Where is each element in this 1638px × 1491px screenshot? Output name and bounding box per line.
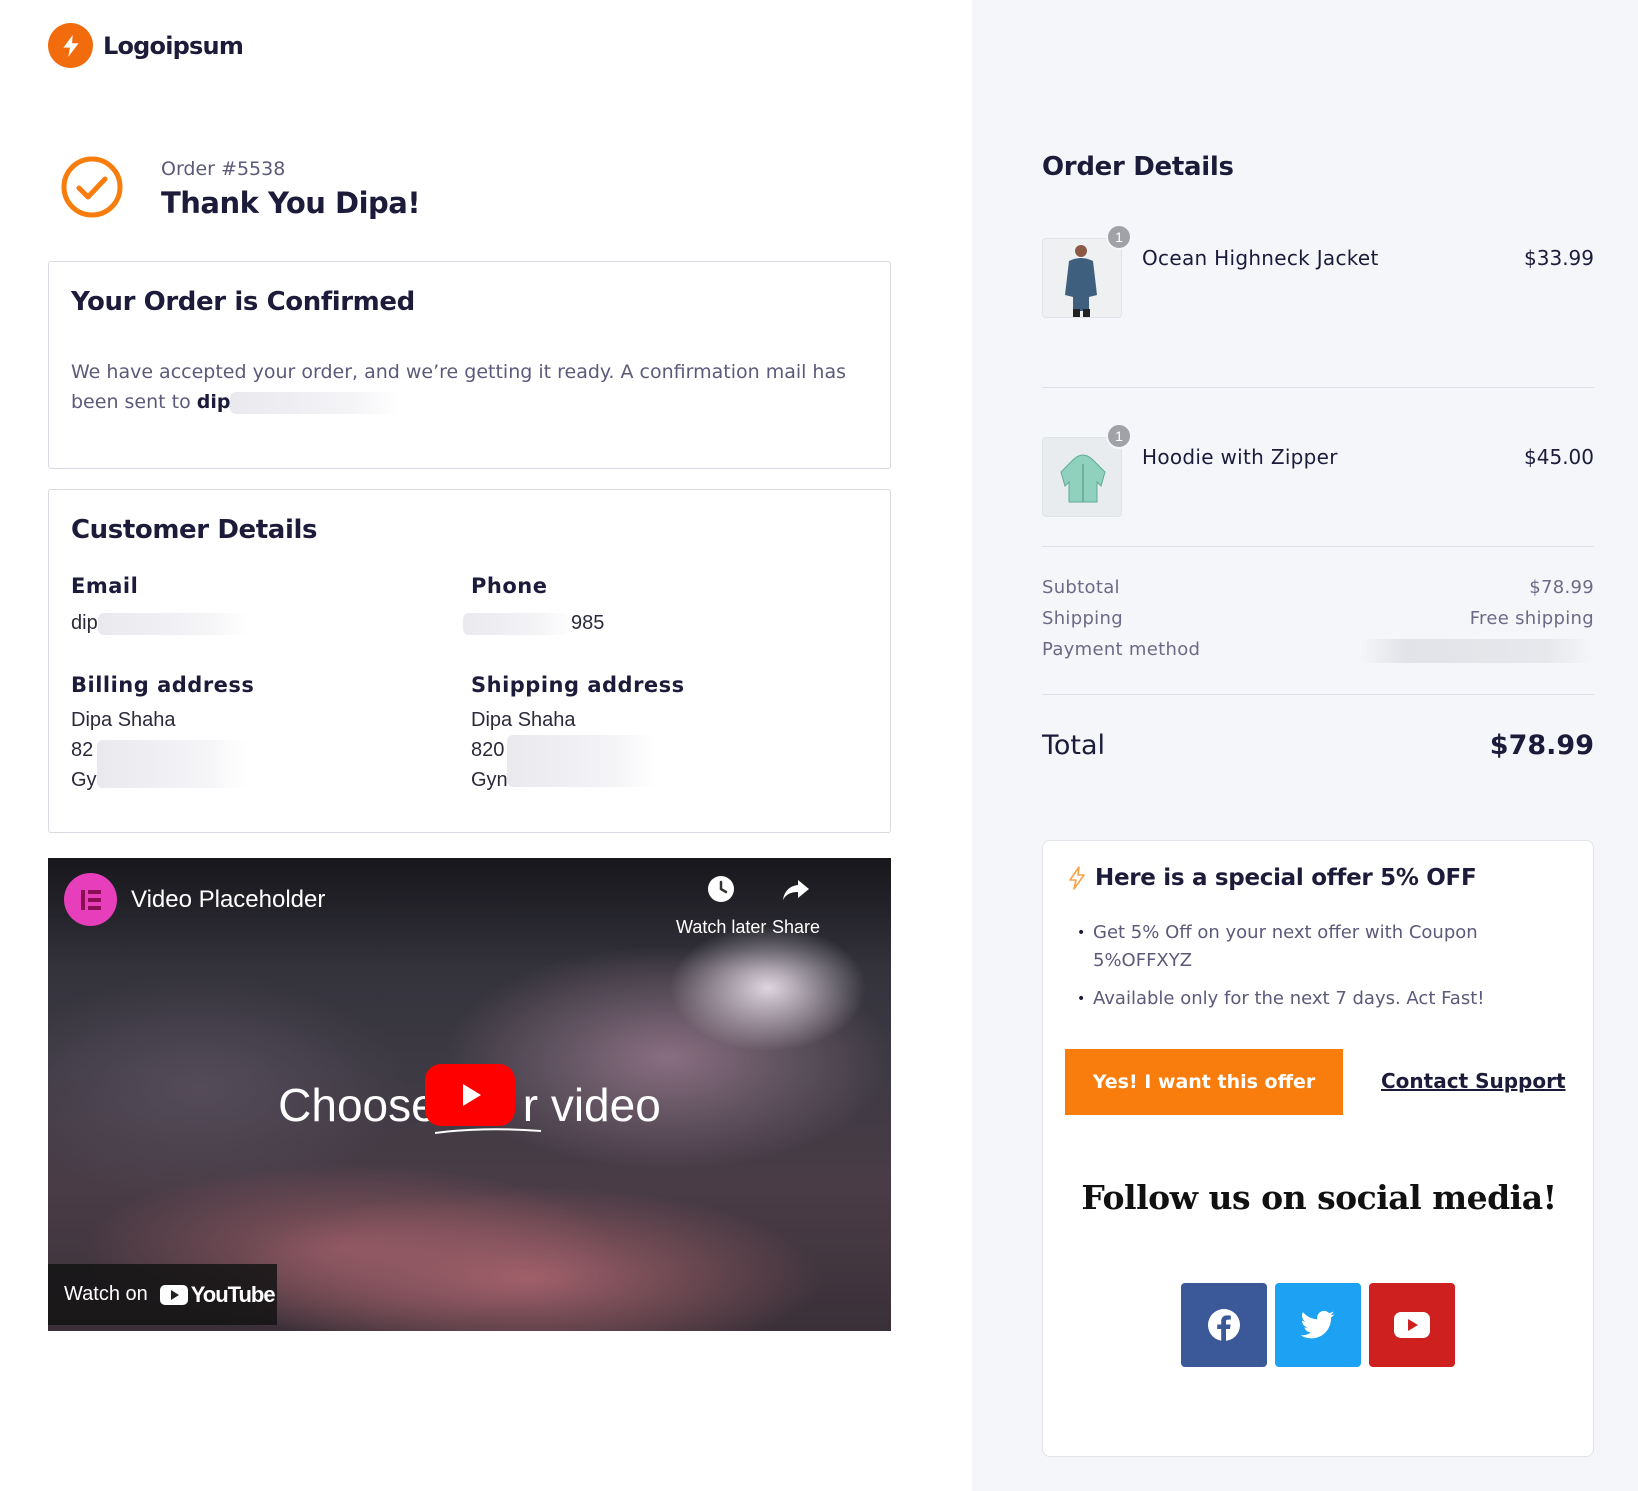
- redacted-email: [230, 391, 401, 414]
- logo-text: Logoipsum: [103, 31, 244, 60]
- order-confirmed-card: Your Order is Confirmed We have accepted…: [48, 261, 891, 469]
- video-center-left: Choose: [278, 1079, 437, 1131]
- right-panel: Order Details 1 Ocean Highneck Jacket $3…: [972, 0, 1638, 1491]
- redacted-payment: [1359, 639, 1594, 663]
- check-circle-icon: [61, 156, 123, 218]
- item-name: Ocean Highneck Jacket: [1142, 246, 1379, 270]
- billing-label: Billing address: [71, 673, 255, 697]
- order-item: 1 Hoodie with Zipper $45.00: [1042, 423, 1594, 517]
- contact-support-link[interactable]: Contact Support: [1381, 1069, 1566, 1093]
- confirmation-email: dip: [196, 391, 231, 413]
- lightning-icon: [1069, 866, 1085, 890]
- youtube-button[interactable]: [1369, 1283, 1455, 1367]
- total-label: Total: [1042, 730, 1106, 761]
- shipping-cost-value: Free shipping: [1469, 608, 1594, 629]
- watch-on-label: Watch on: [64, 1283, 148, 1305]
- order-confirmed-title: Your Order is Confirmed: [71, 287, 415, 317]
- divider: [1042, 546, 1594, 547]
- jacket-image: [1043, 239, 1121, 317]
- twitter-icon: [1301, 1310, 1335, 1339]
- facebook-icon: [1208, 1309, 1240, 1341]
- redacted-billing: [97, 740, 247, 788]
- email-value: dip: [71, 608, 248, 638]
- twitter-button[interactable]: [1275, 1283, 1361, 1367]
- elementor-icon[interactable]: [64, 873, 117, 926]
- youtube-logo: YouTube: [159, 1281, 276, 1308]
- divider: [1042, 694, 1594, 695]
- offer-title-text: Here is a special offer 5% OFF: [1095, 865, 1477, 891]
- logo-bolt-icon: [48, 23, 93, 68]
- shipping-label: Shipping address: [471, 673, 685, 697]
- shipping-cost-label: Shipping: [1042, 608, 1123, 629]
- share-label: Share: [772, 917, 821, 937]
- redacted-email-value: [97, 612, 248, 635]
- youtube-icon: [1394, 1312, 1430, 1338]
- youtube-play-icon: [159, 1284, 188, 1305]
- item-quantity-badge: 1: [1106, 224, 1132, 250]
- item-price: $45.00: [1524, 445, 1594, 469]
- total-value: $78.99: [1489, 730, 1594, 761]
- shipping-row: Shipping Free shipping: [1042, 608, 1594, 629]
- thank-you-header: Order #5538 Thank You Dipa!: [60, 155, 421, 220]
- video-underline-decoration: [434, 1128, 542, 1134]
- offer-bullets: Get 5% Off on your next offer with Coupo…: [1077, 919, 1557, 1023]
- watch-later-button[interactable]: Watch later: [676, 874, 766, 938]
- total-row: Total $78.99: [1042, 730, 1594, 761]
- item-name: Hoodie with Zipper: [1142, 445, 1338, 469]
- play-icon: [463, 1084, 481, 1106]
- shipping-line1-text: 820: [471, 739, 505, 761]
- video-title[interactable]: Video Placeholder: [131, 886, 325, 914]
- redacted-shipping: [507, 735, 657, 787]
- email-value-text: dip: [71, 612, 98, 634]
- item-quantity-badge: 1: [1106, 423, 1132, 449]
- offer-title: Here is a special offer 5% OFF: [1067, 865, 1477, 891]
- email-label: Email: [71, 574, 139, 598]
- list-item: Get 5% Off on your next offer with Coupo…: [1077, 919, 1557, 975]
- left-panel: Logoipsum Order #5538 Thank You Dipa! Yo…: [0, 0, 972, 1491]
- billing-line2-text: Gy: [71, 769, 97, 791]
- follow-heading: Follow us on social media!: [1081, 1178, 1557, 1217]
- subtotal-value: $78.99: [1529, 577, 1594, 598]
- phone-label: Phone: [471, 574, 548, 598]
- shipping-line2-text: Gyn: [471, 769, 508, 791]
- social-links: [1181, 1283, 1455, 1367]
- divider: [1042, 387, 1594, 388]
- subtotal-label: Subtotal: [1042, 577, 1120, 598]
- phone-value: 985: [463, 608, 604, 638]
- hoodie-thumbnail: [1042, 437, 1122, 517]
- order-number: Order #5538: [161, 158, 286, 180]
- share-button[interactable]: Share: [772, 874, 820, 938]
- thank-you-title: Thank You Dipa!: [161, 186, 421, 220]
- redacted-phone: [463, 612, 571, 635]
- payment-row: Payment method: [1042, 639, 1594, 663]
- subtotal-row: Subtotal $78.99: [1042, 577, 1594, 598]
- watch-later-label: Watch later: [676, 917, 767, 937]
- video-center-right: r video: [522, 1079, 661, 1131]
- payment-method-label: Payment method: [1042, 639, 1201, 660]
- special-offer-card: Here is a special offer 5% OFF Get 5% Of…: [1042, 840, 1594, 1457]
- order-details-title: Order Details: [1042, 152, 1234, 182]
- play-button[interactable]: [425, 1064, 515, 1126]
- shipping-name: Dipa Shaha: [471, 709, 576, 731]
- video-player[interactable]: Video Placeholder Watch later Share Choo…: [48, 858, 891, 1331]
- confirmation-message: We have accepted your order, and we’re g…: [71, 357, 861, 417]
- order-item: 1 Ocean Highneck Jacket $33.99: [1042, 224, 1594, 338]
- billing-name: Dipa Shaha: [71, 709, 176, 731]
- share-arrow-icon: [783, 880, 810, 900]
- jacket-thumbnail: [1042, 238, 1122, 318]
- customer-details-card: Customer Details Email dip Phone 985 Bil…: [48, 489, 891, 833]
- customer-details-title: Customer Details: [71, 515, 318, 545]
- billing-line1-text: 82: [71, 739, 94, 761]
- facebook-button[interactable]: [1181, 1283, 1267, 1367]
- watch-on-youtube-button[interactable]: Watch on YouTube: [48, 1264, 277, 1325]
- youtube-wordmark: YouTube: [190, 1281, 276, 1307]
- confirmation-message-text: We have accepted your order, and we’re g…: [71, 361, 847, 413]
- logo[interactable]: Logoipsum: [48, 23, 244, 68]
- phone-value-text: 985: [571, 612, 605, 634]
- clock-icon: [708, 876, 735, 902]
- list-item: Available only for the next 7 days. Act …: [1077, 985, 1557, 1013]
- item-price: $33.99: [1524, 246, 1594, 270]
- accept-offer-button[interactable]: Yes! I want this offer: [1065, 1049, 1343, 1115]
- hoodie-image: [1043, 438, 1121, 516]
